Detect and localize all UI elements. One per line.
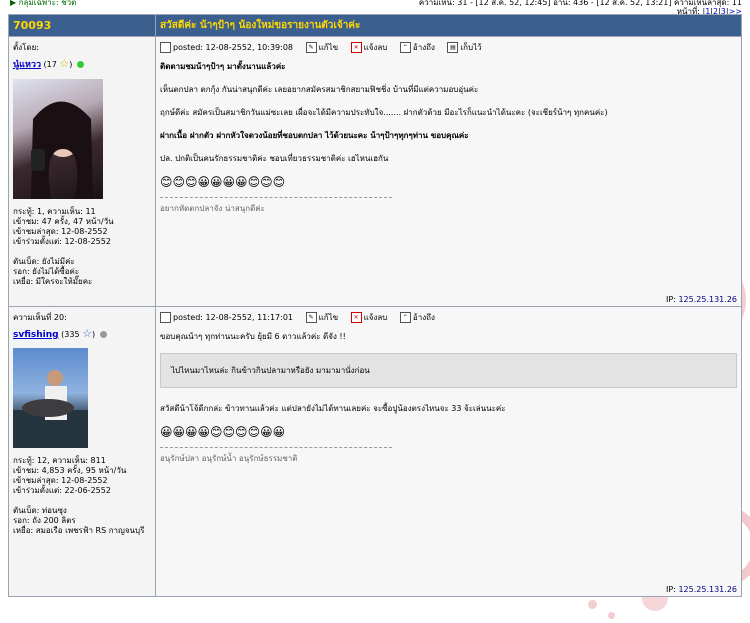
signature-divider (160, 447, 392, 448)
report-button[interactable]: ✕ แจ้งลบ (350, 41, 388, 54)
post-toolbar: posted: 12-08-2552, 11:17:01 ✎ แก้ไข ✕ แจ้… (160, 311, 737, 324)
author-gear: ตันเบ็ด: ท่อนซุง รอก: ถัง 200 ลิตร เหยื่… (13, 506, 151, 536)
delete-icon: ✕ (350, 312, 362, 323)
post-content: posted: 12-08-2552, 11:17:01 ✎ แก้ไข ✕ แจ้… (155, 306, 742, 597)
offline-status-icon (99, 331, 107, 338)
star-icon: ☆ (82, 327, 92, 340)
post-row: ตั้งโดย: นู๋แหวว (17 ☆) กระทู้: 1, ความเ… (8, 36, 742, 307)
stat-line: เข้าชม: 4,853 ครั้ง, 95 หน้า/วัน (13, 466, 127, 475)
decorative-dot (608, 612, 615, 619)
quote-icon: “ (399, 312, 411, 323)
save-button[interactable]: ▤ เก็บไว้ (447, 41, 482, 54)
gear-line: เหยื่อ: มีใครจะให้มั๊ยคะ (13, 277, 93, 286)
stat-line: เข้าชมล่าสุด: 12-08-2552 (13, 476, 108, 485)
quote-label: อ้างถึง (412, 313, 435, 322)
pencil-icon: ✎ (305, 42, 317, 53)
gear-line: ตันเบ็ด: ยังไม่มีค่ะ (13, 257, 75, 266)
smiley-row: 😊😊😊😀😀😀😀😊😊😊 (160, 175, 286, 189)
smiley-row: 😀😀😀😀😊😊😊😊😀😀 (160, 425, 286, 439)
avatar (13, 79, 103, 199)
report-label: แจ้งลบ (363, 313, 388, 322)
document-icon (160, 312, 171, 323)
delete-icon: ✕ (350, 42, 362, 53)
author-panel: ตั้งโดย: นู๋แหวว (17 ☆) กระทู้: 1, ความเ… (8, 36, 156, 307)
edit-label: แก้ไข (318, 313, 339, 322)
edit-button[interactable]: ✎ แก้ไข (305, 311, 339, 324)
pencil-icon: ✎ (305, 312, 317, 323)
post-body: ติดตามชมน้าๆป้าๆ มาตั้งนานแล้วค่ะ เห็นตก… (160, 60, 737, 215)
gear-line: รอก: ถัง 200 ลิตร (13, 516, 76, 525)
author-panel: ความเห็นที่ 20: svfishing (335 ☆) กระทู้… (8, 306, 156, 597)
gear-line: รอก: ยังไม่ได้ซื้อค่ะ (13, 267, 80, 276)
quote-button[interactable]: “อ้างถึง (399, 41, 435, 54)
report-label: แจ้งลบ (363, 43, 388, 52)
user-score: (17 (43, 60, 57, 69)
stat-line: เข้าร่วมตั้งแต่: 12-08-2552 (13, 237, 111, 246)
post-content: posted: 12-08-2552, 10:39:08 ✎ แก้ไข ✕ แจ้… (155, 36, 742, 307)
post-line: ขอบคุณน้าๆ ทุกท่านนะครับ ยุ้ยมี 6 ดาวแล้… (160, 332, 346, 341)
edit-button[interactable]: ✎ แก้ไข (305, 41, 339, 54)
ip-link[interactable]: 125.25.131.26 (678, 585, 737, 594)
ip-link[interactable]: 125.25.131.26 (678, 295, 737, 304)
save-icon: ▤ (447, 42, 459, 53)
avatar (13, 348, 88, 448)
post-line: ติดตามชมน้าๆป้าๆ มาตั้งนานแล้วค่ะ (160, 62, 286, 71)
post-line: ปล. ปกติเป็นคนรักธรรมชาติค่ะ ชอบเที่ยวธร… (160, 154, 389, 163)
topic-id: 70093 (8, 14, 156, 37)
author-label: ความเห็นที่ 20: (13, 313, 67, 322)
quote-box: ไปไหนมาไหนล่ะ กินข้าวกินปลามาหรือยัง มาม… (160, 353, 737, 388)
post-line: ฤกษ์ดีค่ะ สมัครเป็นสมาชิกวันแม่ซะเลย เผื… (160, 108, 608, 117)
gear-line: เหยื่อ: สมอเรือ เพชรฟ้า RS กาญจนบุรี (13, 526, 145, 535)
save-label: เก็บไว้ (460, 43, 482, 52)
quote-button[interactable]: “อ้างถึง (399, 311, 435, 324)
posts-table: 70093 สวัสดีค่ะ น้าๆป้าๆ น้องใหม่ขอรายงา… (8, 14, 742, 597)
gear-line: ตันเบ็ด: ท่อนซุง (13, 506, 67, 515)
post-body: ขอบคุณน้าๆ ทุกท่านนะครับ ยุ้ยมี 6 ดาวแล้… (160, 330, 737, 465)
edit-label: แก้ไข (318, 43, 339, 52)
stat-line: เข้าร่วมตั้งแต่: 22-06-2552 (13, 486, 111, 495)
post-line: สวัสดีน้าโจ้ดีกกล่ะ ข้าวทานแล้วค่ะ แต่ปล… (160, 404, 506, 413)
signature-divider (160, 197, 392, 198)
ip-address: IP: 125.25.131.26 (666, 585, 737, 594)
quote-icon: “ (399, 42, 411, 53)
signature: อนุรักษ์ปลา อนุรักษ์น้ำ อนุรักษ์ธรรมชาติ (160, 454, 298, 463)
author-stats: กระทู้: 12, ความเห็น: 811 เข้าชม: 4,853 … (13, 456, 151, 496)
post-toolbar: posted: 12-08-2552, 10:39:08 ✎ แก้ไข ✕ แจ้… (160, 41, 737, 54)
online-status-icon (76, 61, 84, 68)
quote-label: อ้างถึง (412, 43, 435, 52)
top-strip: ▶ กลุ่มเฉพาะ: ชีวิต ความเห็น: 31 - [12 ส… (0, 0, 750, 14)
post-line: เห็นตกปลา ตกกุ้ง กันน่าสนุกดีค่ะ เลยอยาก… (160, 85, 479, 94)
ip-address: IP: 125.25.131.26 (666, 295, 737, 304)
stat-line: เข้าชม: 47 ครั้ง, 47 หน้า/วัน (13, 217, 114, 226)
stat-line: กระทู้: 1, ความเห็น: 11 (13, 207, 96, 216)
stat-line: กระทู้: 12, ความเห็น: 811 (13, 456, 106, 465)
decorative-dot (588, 600, 597, 609)
topic-header: 70093 สวัสดีค่ะ น้าๆป้าๆ น้องใหม่ขอรายงา… (8, 14, 742, 37)
topic-title: สวัสดีค่ะ น้าๆป้าๆ น้องใหม่ขอรายงานตัวเจ… (155, 14, 742, 37)
report-button[interactable]: ✕ แจ้งลบ (350, 311, 388, 324)
author-stats: กระทู้: 1, ความเห็น: 11 เข้าชม: 47 ครั้ง… (13, 207, 151, 247)
author-gear: ตันเบ็ด: ยังไม่มีค่ะ รอก: ยังไม่ได้ซื้อค… (13, 257, 151, 287)
posted-date: posted: 12-08-2552, 11:17:01 (173, 313, 294, 322)
stat-line: เข้าชมล่าสุด: 12-08-2552 (13, 227, 108, 236)
signature: อยากหัดตกปลาจัง น่าสนุกดีค่ะ (160, 204, 265, 213)
post-line: ฝากเนื้อ ฝากตัว ฝากหัวใจดวงน้อยที่ชอบตกป… (160, 131, 469, 140)
document-icon (160, 42, 171, 53)
author-label: ตั้งโดย: (13, 43, 39, 52)
post-row: ความเห็นที่ 20: svfishing (335 ☆) กระทู้… (8, 306, 742, 597)
posted-date: posted: 12-08-2552, 10:39:08 (173, 43, 294, 52)
user-score: (335 (61, 330, 80, 339)
category-label: ▶ กลุ่มเฉพาะ: ชีวิต (10, 0, 77, 7)
username-link[interactable]: นู๋แหวว (13, 60, 41, 70)
star-icon: ☆ (59, 57, 70, 70)
username-link[interactable]: svfishing (13, 330, 59, 340)
